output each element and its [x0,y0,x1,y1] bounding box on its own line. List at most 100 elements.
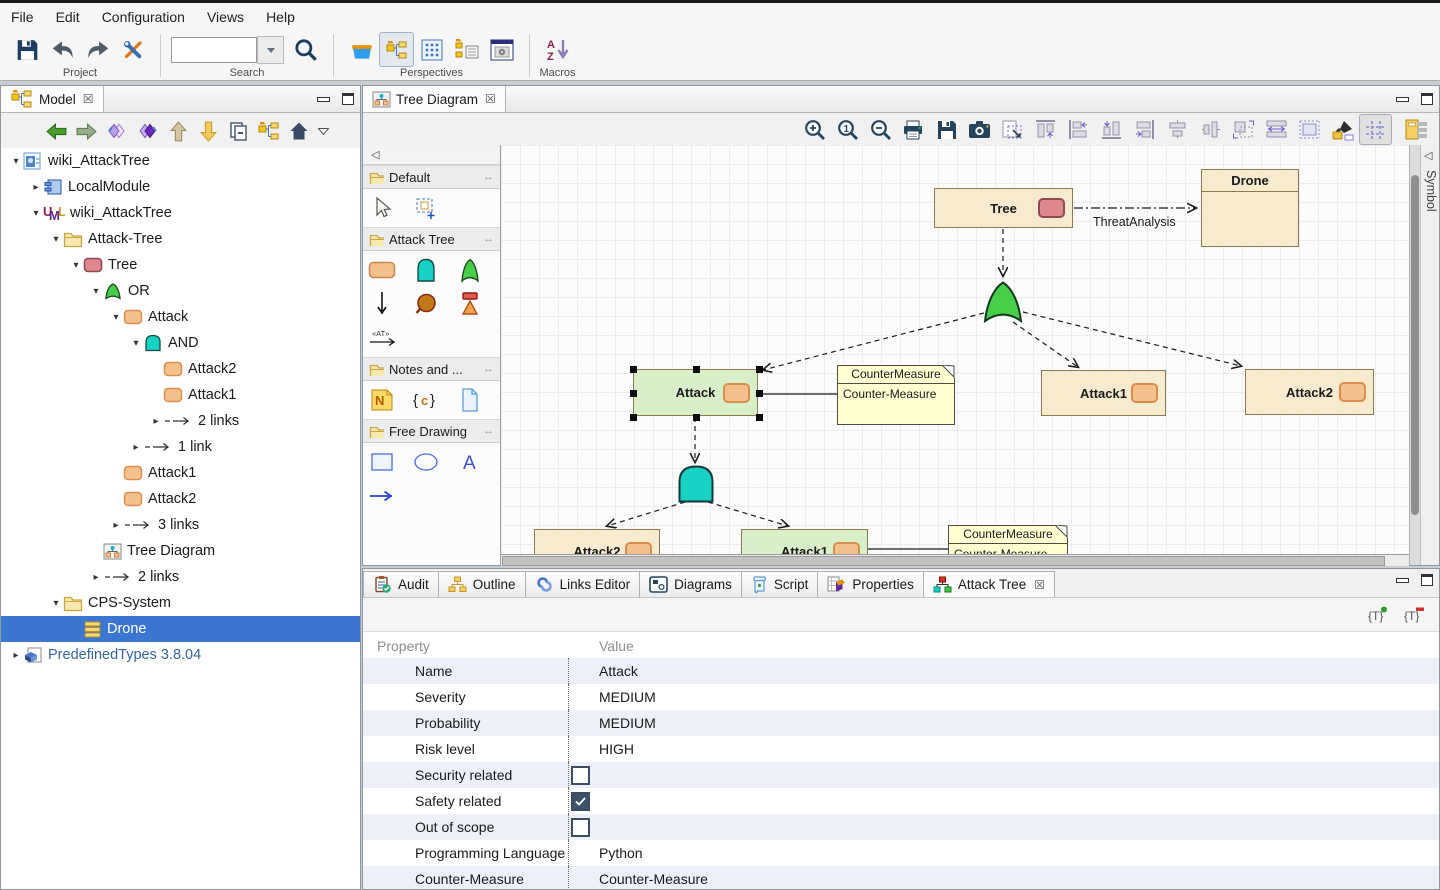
perspective-project-button[interactable] [344,32,379,67]
remove-template-button[interactable]: {T} [1403,605,1425,624]
selection-handle[interactable] [693,414,700,421]
zoom-in-button[interactable] [798,114,831,145]
minimize-button[interactable] [1396,578,1409,583]
property-value[interactable]: MEDIUM [569,684,1439,710]
multi-select-tool[interactable] [411,194,441,222]
close-icon[interactable]: ☒ [1034,578,1045,592]
home-button[interactable] [288,120,310,142]
expander-icon[interactable]: ▸ [89,572,103,583]
expand-section-icon[interactable]: ↔ [483,425,494,437]
property-value[interactable]: MEDIUM [569,710,1439,736]
tree-item-attack2[interactable]: Attack2 [1,356,360,382]
property-value[interactable] [569,788,1439,814]
print-diagram-button[interactable] [897,114,930,145]
and-gate-tool[interactable] [411,256,441,284]
expand-symbol-icon[interactable]: ◁ [1424,149,1439,162]
text-tool[interactable]: A [455,448,485,476]
tab-audit[interactable]: Audit [363,571,439,597]
add-template-button[interactable]: {T} [1367,605,1389,624]
selection-handle[interactable] [630,390,637,397]
expand-section-icon[interactable]: ↔ [483,233,494,245]
tree-item-attack2[interactable]: Attack2 [1,486,360,512]
previous-diagram-button[interactable] [105,119,129,143]
palette-section-attack-tree[interactable]: Attack Tree↔ [363,227,500,251]
tree-item-drone[interactable]: Drone [1,616,360,642]
pointer-tool[interactable] [367,194,397,222]
collapse-tree-button[interactable] [257,120,281,142]
tab-outline[interactable]: Outline [439,571,526,597]
expander-icon[interactable]: ▸ [109,520,123,531]
navigate-forward-button[interactable] [75,120,98,143]
tree-item-tree[interactable]: ▾Tree [1,252,360,278]
diagram-canvas[interactable]: TreeAttackAttack1Attack2Attack2Attack1Dr… [501,145,1409,554]
checkbox[interactable] [571,792,590,811]
ellipse-tool[interactable] [411,448,441,476]
expander-icon[interactable]: ▾ [9,156,23,167]
undo-button[interactable] [45,32,80,67]
save-diagram-button[interactable] [930,114,963,145]
maximize-button[interactable] [1421,574,1433,586]
capture-selection-button[interactable] [996,114,1029,145]
perspective-grid-button[interactable] [414,32,449,67]
tree-item-attack1[interactable]: Attack1 [1,382,360,408]
attack-node-tool[interactable] [367,256,397,284]
minimize-button[interactable] [317,97,330,102]
view-menu-button[interactable] [317,127,330,136]
perspective-window-button[interactable] [484,32,519,67]
attack-node-tree[interactable]: Tree [934,188,1073,228]
tree-item-2-links[interactable]: ▸2 links [1,408,360,434]
constraint-tool[interactable]: {c} [411,386,441,414]
tree-item-attack-tree[interactable]: ▾Attack-Tree [1,226,360,252]
menu-help[interactable]: Help [255,3,306,31]
duplicate-button[interactable] [227,120,250,143]
and-gate-node[interactable] [677,465,715,503]
selection-handle[interactable] [756,366,763,373]
tree-item-2-links[interactable]: ▸2 links [1,564,360,590]
tree-item-attack[interactable]: ▾Attack [1,304,360,330]
selection-handle[interactable] [630,366,637,373]
tree-item-3-links[interactable]: ▸3 links [1,512,360,538]
tree-item-wiki-attacktree[interactable]: ▾UMLwiki_AttackTree [1,200,360,226]
align-top-button[interactable] [1029,114,1062,145]
menu-edit[interactable]: Edit [45,3,91,31]
property-value[interactable]: Python [569,840,1439,866]
tree-item-predefinedtypes-3-8-04[interactable]: ▸PredefinedTypes 3.8.04 [1,642,360,668]
expander-icon[interactable]: ▸ [129,442,143,453]
save-button[interactable] [10,32,45,67]
tree-item-tree-diagram[interactable]: Tree Diagram [1,538,360,564]
note-tool[interactable]: N [367,386,397,414]
palette-section-free-drawing[interactable]: Free Drawing↔ [363,419,500,443]
zoom-out-button[interactable] [864,114,897,145]
fit-area-button[interactable] [1293,114,1326,145]
expander-icon[interactable]: ▾ [129,338,143,349]
move-up-button[interactable] [167,120,190,143]
maximize-button[interactable] [1421,93,1433,105]
navigate-back-button[interactable] [45,120,68,143]
selection-handle[interactable] [630,414,637,421]
comment-tool[interactable] [455,386,485,414]
redo-button[interactable] [80,32,115,67]
expander-icon[interactable]: ▾ [49,234,63,245]
expander-icon[interactable]: ▾ [89,286,103,297]
zoom-reset-button[interactable]: 1 [831,114,864,145]
align-bottom-button[interactable] [1095,114,1128,145]
macros-sort-button[interactable]: AZ [540,32,575,67]
tab-diagrams[interactable]: Diagrams [640,571,742,597]
minimize-button[interactable] [1396,97,1409,102]
tree-item-wiki-attacktree[interactable]: ▾wiki_AttackTree [1,148,360,174]
attack-node-attack1[interactable]: Attack1 [1041,370,1166,416]
tree-item-1-link[interactable]: ▸1 link [1,434,360,460]
expand-section-icon[interactable]: ↔ [483,171,494,183]
align-left-button[interactable] [1062,114,1095,145]
settings-button[interactable] [115,32,150,67]
toggle-grid-button[interactable] [1359,114,1392,145]
transfer-tool[interactable] [455,290,485,318]
tab-links-editor[interactable]: Links Editor [526,571,641,597]
tab-tree-diagram[interactable]: Tree Diagram ☒ [363,86,506,112]
horizontal-scrollbar[interactable] [501,554,1409,566]
search-input[interactable] [171,37,257,63]
menu-file[interactable]: File [0,3,45,31]
search-history-dropdown[interactable] [257,36,284,64]
menu-configuration[interactable]: Configuration [91,3,196,31]
selection-handle[interactable] [693,366,700,373]
